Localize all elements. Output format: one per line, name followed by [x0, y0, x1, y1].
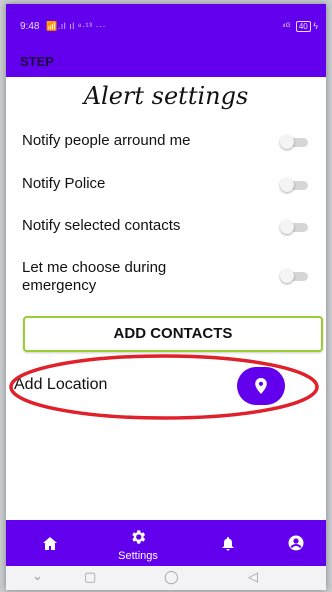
network-type: ⁴ᴳ [281, 21, 291, 31]
back-triangle-icon[interactable]: ◁ [248, 569, 258, 585]
home-icon [43, 537, 57, 550]
home-circle-icon[interactable]: ◯ [164, 569, 179, 585]
status-right: ⁴ᴳ 40 ϟ [282, 21, 318, 32]
notify-police-toggle[interactable] [280, 178, 310, 192]
setting-label: Notify selected contacts [22, 217, 181, 234]
charging-icon: ϟ [313, 21, 318, 31]
bottom-navigation: Settings [6, 520, 326, 566]
setting-label: Let me choose during emergency [22, 259, 167, 294]
add-location-label: Add Location [14, 376, 108, 393]
toggle-thumb [280, 178, 294, 192]
setting-label: Notify people arround me [22, 132, 191, 149]
back-chevron-icon[interactable]: ⌄ [32, 568, 43, 584]
add-contacts-button[interactable]: ADD CONTACTS [23, 316, 323, 352]
toggle-thumb [280, 220, 294, 234]
phone-screen: 9:48 📶.ıl ıl ⁸·¹³ ··· ⁴ᴳ 40 ϟ STEP Alert… [6, 4, 326, 590]
toggle-thumb [280, 135, 294, 149]
status-time: 9:48 [20, 21, 40, 32]
page-title: Alert settings [83, 82, 249, 110]
location-pin-icon [255, 378, 267, 394]
status-signal: 📶.ıl ıl ⁸·¹³ ··· [46, 21, 106, 31]
nav-alerts[interactable] [198, 520, 258, 566]
add-location-button[interactable] [237, 367, 285, 405]
battery-icon: 40 [295, 21, 311, 32]
system-navigation: ⌄ ▢ ◯ ◁ [6, 566, 326, 590]
setting-label: Notify Police [22, 175, 106, 192]
account-icon [288, 535, 304, 551]
recents-square-icon[interactable]: ▢ [84, 569, 96, 585]
app-bar: STEP [6, 44, 326, 77]
nav-profile[interactable] [266, 520, 326, 566]
notify-contacts-toggle[interactable] [280, 220, 310, 234]
nav-settings[interactable]: Settings [108, 520, 168, 566]
toggle-thumb [280, 269, 294, 283]
nav-home[interactable] [20, 520, 80, 566]
nav-settings-label: Settings [118, 550, 158, 562]
notify-people-toggle[interactable] [280, 135, 310, 149]
app-title: STEP [20, 54, 54, 69]
bell-icon [222, 537, 234, 551]
gear-icon [132, 530, 146, 544]
choose-during-emergency-toggle[interactable] [280, 269, 310, 283]
status-bar: 9:48 📶.ıl ıl ⁸·¹³ ··· ⁴ᴳ 40 ϟ [6, 4, 326, 44]
